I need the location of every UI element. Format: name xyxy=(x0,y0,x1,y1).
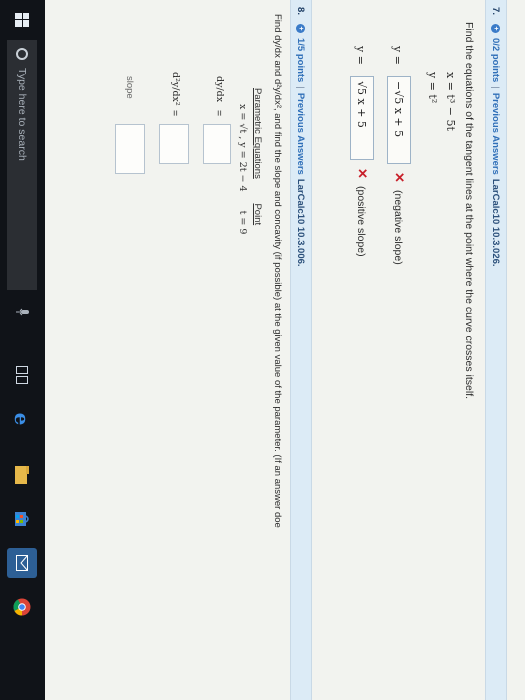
question-number: 8. xyxy=(295,7,307,15)
parametric-values: x = √t , y = 2t − 4 t = 9 xyxy=(237,104,248,234)
question-7-header: 7. + 0/2 points | Previous Answers LarCa… xyxy=(485,0,507,700)
points-status-icon: + xyxy=(491,24,501,33)
question-8-prompt: Find dy/dx and d²y/dx², and find the slo… xyxy=(272,14,283,528)
wrong-mark-icon: ✕ xyxy=(355,168,370,179)
edge-browser-icon[interactable]: e xyxy=(8,404,38,434)
parametric-equation: x = √t , y = 2t − 4 xyxy=(237,104,248,192)
webassign-page: 7. + 0/2 points | Previous Answers LarCa… xyxy=(45,0,525,700)
mail-icon[interactable] xyxy=(7,548,38,578)
store-icon[interactable] xyxy=(8,504,38,534)
question-7-prompt: Find the equations of the tangent lines … xyxy=(463,22,475,400)
question-number: 7. xyxy=(490,7,502,15)
previous-answers-link[interactable]: Previous Answers xyxy=(296,93,307,175)
previous-answers-link[interactable]: Previous Answers xyxy=(491,93,502,175)
slope-input[interactable] xyxy=(115,124,145,174)
question-code: LarCalc10 10.3.026. xyxy=(490,178,502,267)
chrome-icon[interactable] xyxy=(8,592,38,622)
windows-logo-icon[interactable] xyxy=(0,0,45,40)
answer-1-note: (negative slope) xyxy=(392,190,404,265)
equals-sign: = xyxy=(213,110,225,117)
parametric-table: Parametric Equations Point xyxy=(252,88,263,225)
dydx-input[interactable] xyxy=(203,124,231,164)
microphone-icon[interactable] xyxy=(16,304,30,320)
answer-2-note: (positive slope) xyxy=(355,186,367,257)
separator: | xyxy=(490,86,502,89)
answer-2-input[interactable]: √5 x + 5 xyxy=(350,76,374,160)
taskbar: Type here to search e xyxy=(0,0,45,700)
equals-sign: = xyxy=(169,110,181,117)
separator: | xyxy=(295,86,307,89)
answer-1-input[interactable]: −√5 x + 5 xyxy=(387,76,411,164)
cortana-icon xyxy=(16,48,29,60)
points-status-icon: + xyxy=(296,24,306,33)
file-explorer-icon[interactable] xyxy=(8,460,38,490)
wrong-mark-icon: ✕ xyxy=(392,172,407,183)
points-label: 1/5 points xyxy=(295,38,307,83)
slope-label: slope xyxy=(124,76,135,99)
taskbar-search-box[interactable]: Type here to search xyxy=(7,40,38,290)
search-placeholder: Type here to search xyxy=(16,68,29,161)
d2y-input[interactable] xyxy=(159,124,189,164)
parametric-header: Parametric Equations xyxy=(252,88,263,179)
point-value: t = 9 xyxy=(237,210,248,235)
question-8-header: 8. + 1/5 points | Previous Answers LarCa… xyxy=(290,0,312,700)
point-header: Point xyxy=(252,203,263,226)
equation-y: y = t² xyxy=(426,72,439,104)
equation-x: x = t³ − 5t xyxy=(444,72,457,131)
dydx-label: dy/dx xyxy=(214,76,225,103)
d2y-label: d²y/dx² xyxy=(170,72,181,106)
answer-2-prefix: y = xyxy=(354,46,367,65)
question-code: LarCalc10 10.3.006. xyxy=(295,178,307,267)
task-view-icon[interactable] xyxy=(8,360,38,390)
points-label: 0/2 points xyxy=(490,38,502,83)
browser-screen: 7. + 0/2 points | Previous Answers LarCa… xyxy=(0,0,525,700)
answer-1-prefix: y = xyxy=(391,46,404,65)
